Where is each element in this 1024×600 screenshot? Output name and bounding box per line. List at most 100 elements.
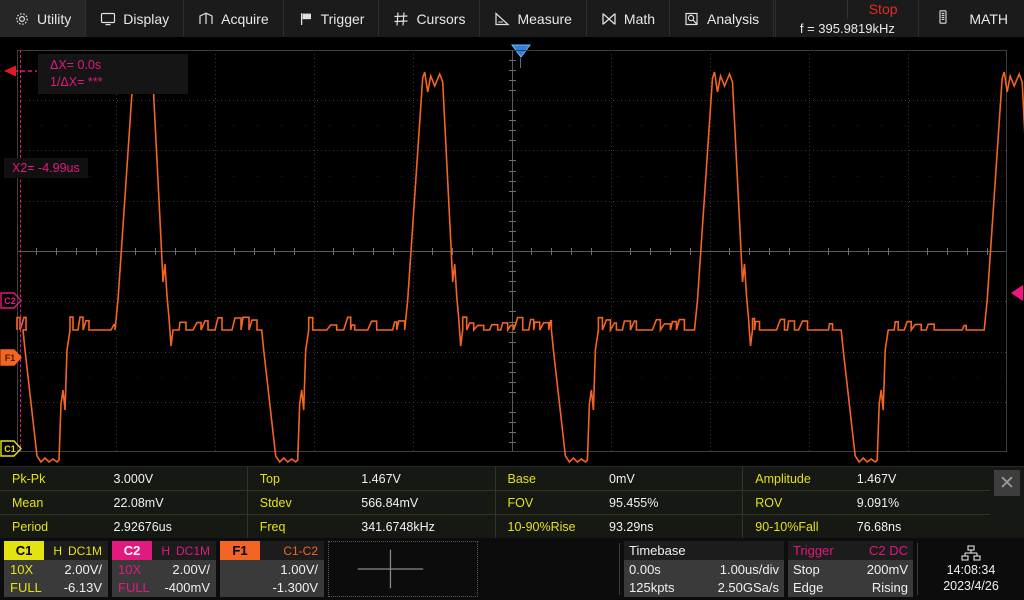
function-offset: -1.300V [272,580,318,596]
timebase-sample-rate: 2.50GSa/s [717,580,779,596]
measurement-row[interactable]: 10-90%Rise 93.29ns [496,515,743,538]
divider [619,543,620,595]
measurement-row[interactable]: Stdev 566.84mV [247,491,495,515]
menu-label: Display [123,10,170,27]
cursor-delta-arrow-icon [4,64,38,77]
measurement-row[interactable]: Amplitude 1.467V [743,467,990,491]
trigger-state: Stop [793,561,820,577]
trigger-source: C2 [868,543,886,558]
trigger-box[interactable]: Trigger C2 DC Stop 200mV Edge Rising [788,541,913,597]
math-indicator[interactable]: MATH [919,0,1024,37]
channel-probe: 10X [10,561,34,577]
measurement-name: Top [259,471,280,486]
run-status-block[interactable]: Stop f = 395.9819kHz [775,0,920,37]
measurement-row[interactable]: Period 2.92676us [0,515,247,538]
cursor-delta-box: ΔX= 0.0s 1/ΔX= *** [38,54,188,94]
channel-marker-c1[interactable]: C1 [0,440,22,457]
crosshair-icon [357,549,424,589]
measurement-value: 22.08mV [113,495,164,510]
menu-item-cursors[interactable]: Cursors [379,0,481,37]
measurement-name: Freq [259,519,286,534]
graticule [16,50,1024,464]
menu-item-display[interactable]: Display [86,0,185,37]
measurement-name: 90-10%Fall [755,519,819,534]
channel-box-c1[interactable]: C1 H DC1M 10X 2.00V/ FULL -6.13V [4,541,108,597]
note-icon [935,9,951,28]
measurement-row[interactable]: Pk-Pk 3.000V [0,467,247,491]
timebase-scale: 1.00us/div [719,561,779,577]
measurement-name: 10-90%Rise [507,519,576,534]
measurement-row[interactable]: ROV 9.091% [743,491,990,515]
measurement-row[interactable]: FOV 95.455% [495,491,743,515]
measurement-value: 3.000V [113,471,154,486]
channel-coupling-h: H [161,543,170,558]
measurement-value: 9.091% [856,495,900,510]
network-icon[interactable] [961,544,981,562]
channel-coupling: DC1M [175,543,210,558]
menu-label: Trigger [320,10,365,27]
cursor-delta-x: ΔX= 0.0s [50,58,102,72]
channel-tag-f1[interactable]: F1 [220,541,260,560]
menu-item-trigger[interactable]: Trigger [284,0,380,37]
menu-item-measure[interactable]: Measure [480,0,587,37]
channel-marker-f1[interactable]: F1 [0,349,22,366]
measurement-name: Mean [12,495,44,510]
channel-bandwidth: FULL [118,580,150,596]
measurement-name: Pk-Pk [12,471,46,486]
measurement-column: Amplitude 1.467V ROV 9.091% 90-10%Fall 7… [743,467,990,538]
measurement-name: Stdev [259,495,292,510]
measurement-name: Base [507,471,537,486]
channel-box-c2[interactable]: C2 H DC1M 10X 2.00V/ FULL -400mV [112,541,216,597]
channel-probe: 10X [118,561,142,577]
flag-icon [298,11,314,27]
waveform-position-thumbnail[interactable] [328,541,478,597]
trigger-frequency-readout: f = 395.9819kHz [799,20,895,36]
measurement-row[interactable]: Freq 341.6748kHz [248,515,495,538]
clock-date: 2023/4/26 [943,579,999,593]
gear-icon [14,11,30,27]
channel-scale: 2.00V/ [64,561,102,577]
channel-tag-c2[interactable]: C2 [112,541,152,560]
waveform-display-area[interactable]: ΔX= 0.0s 1/ΔX= *** X2= -4.99us C2 F1 C1 [0,38,1024,466]
menu-item-acquire[interactable]: Acquire [184,0,284,37]
top-menu-bar: Utility Display Acquire Trigger Cursors … [0,0,1024,38]
trigger-title: Trigger [793,543,834,558]
measurement-name: ROV [755,495,783,510]
menu-label: Cursors [416,10,466,27]
clock-time: 14:08:34 [946,563,996,577]
measurement-name: FOV [507,495,534,510]
crosshair-grid-icon [393,11,409,27]
function-scale: 1.00V/ [280,561,318,577]
channel-marker-c2[interactable]: C2 [0,292,22,309]
menu-item-analysis[interactable]: Analysis [670,0,775,37]
trigger-level-marker[interactable] [1010,284,1024,301]
monitor-icon [100,11,116,27]
function-source: C1-C2 [283,543,318,558]
menu-label: Math [623,10,656,27]
math-icon [601,11,617,27]
channel-scale: 2.00V/ [172,561,210,577]
divider [917,543,918,595]
measurement-row[interactable]: 90-10%Fall 76.68ns [743,515,990,538]
cursor-x2-label: X2= -4.99us [4,158,88,178]
cursor-x2-line[interactable] [20,50,21,452]
channel-offset: -400mV [164,580,210,596]
measurement-row[interactable]: Top 1.467V [247,467,495,491]
channel-tag-c1[interactable]: C1 [4,541,44,560]
menu-item-math[interactable]: Math [587,0,671,37]
channel-bandwidth: FULL [10,580,42,596]
timebase-memory-depth: 125kpts [629,580,675,596]
status-blank [776,0,848,19]
measurement-row[interactable]: Base 0mV [495,467,743,491]
measurement-name: Amplitude [755,471,811,486]
run-state-label: Stop [868,0,898,17]
trigger-level: 200mV [866,561,908,577]
channel-box-f1[interactable]: F1 C1-C2 1.00V/ -1.300V [220,541,324,597]
acquire-icon [198,11,214,27]
close-icon[interactable]: ✕ [994,470,1020,496]
analysis-icon [684,11,700,27]
measurement-row[interactable]: Mean 22.08mV [0,491,247,515]
timebase-box[interactable]: Timebase 0.00s 1.00us/div 125kpts 2.50GS… [624,541,784,597]
menu-label: Analysis [707,10,760,27]
menu-item-utility[interactable]: Utility [0,0,87,37]
